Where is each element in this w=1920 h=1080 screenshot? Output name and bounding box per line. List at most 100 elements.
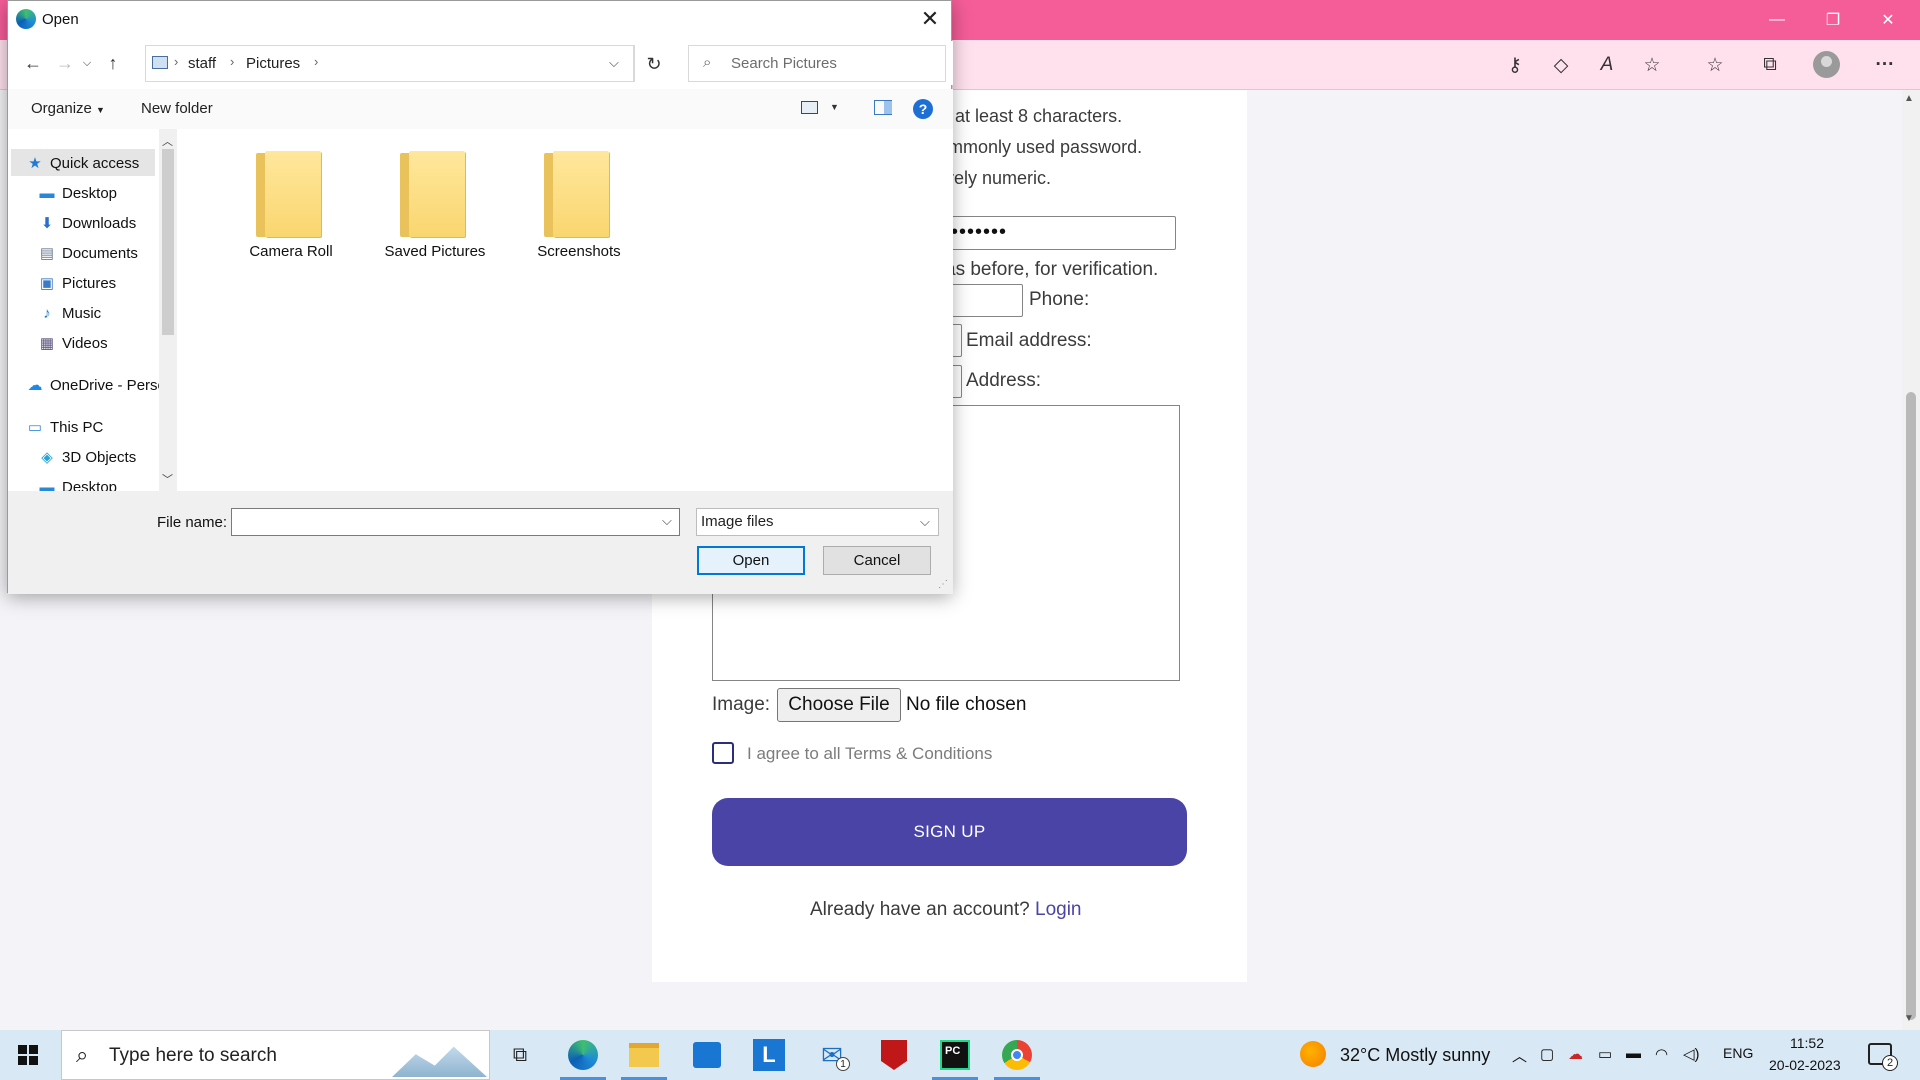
chrome-icon[interactable]: [997, 1035, 1037, 1075]
arrow-left-icon: ←: [24, 52, 42, 73]
edge-taskbar-icon[interactable]: [563, 1035, 603, 1075]
start-button[interactable]: [18, 1045, 38, 1065]
view-options-icon[interactable]: [801, 101, 818, 114]
profile-icon[interactable]: [1813, 51, 1840, 78]
chevron-down-icon[interactable]: ⌵: [609, 55, 619, 71]
password-hint-numeric: rely numeric.: [948, 168, 1052, 188]
mail-badge: 1: [836, 1057, 850, 1071]
store-icon[interactable]: [687, 1035, 727, 1075]
password-field[interactable]: •••••••••: [930, 216, 1176, 250]
add-favorite-glyph: ☆: [1643, 54, 1661, 76]
back-button[interactable]: ←: [20, 50, 46, 76]
this-pc-icon: ▭: [27, 419, 43, 436]
arrow-right-icon: →: [56, 52, 74, 73]
pycharm-icon[interactable]: PC: [935, 1035, 975, 1075]
password-value: •••••••••: [935, 221, 1008, 243]
weather-icon[interactable]: [1300, 1041, 1326, 1067]
volume-icon[interactable]: ◁): [1683, 1045, 1700, 1063]
taskbar-search-box[interactable]: ⌕ Type here to search: [61, 1030, 490, 1080]
scroll-up-icon[interactable]: ▲: [1904, 93, 1914, 104]
organize-menu[interactable]: Organize ▼: [31, 100, 105, 117]
restore-button[interactable]: ❐: [1810, 0, 1856, 40]
resize-grip-icon[interactable]: ⋰: [938, 579, 948, 590]
file-type-select[interactable]: Image files ⌵: [696, 508, 939, 536]
file-name-input[interactable]: ⌵: [231, 508, 680, 536]
collections-icon[interactable]: ⧉: [1755, 50, 1785, 80]
search-input[interactable]: ⌕ Search Pictures: [688, 45, 946, 82]
chevron-down-icon: ⌵: [920, 514, 930, 529]
help-icon[interactable]: ?: [913, 99, 933, 119]
onedrive-error-icon[interactable]: ☁: [1568, 1045, 1583, 1063]
breadcrumb-pictures[interactable]: Pictures: [246, 55, 300, 72]
read-aloud-glyph: A: [1600, 54, 1614, 75]
meet-now-icon[interactable]: ▢: [1540, 1045, 1554, 1063]
login-link[interactable]: Login: [1035, 899, 1082, 920]
file-explorer-icon[interactable]: [624, 1035, 664, 1075]
nav-item-desktop[interactable]: ▬ Desktop: [38, 179, 118, 207]
refresh-button[interactable]: ↻: [641, 51, 667, 77]
open-button[interactable]: Open: [697, 546, 805, 575]
no-file-chosen-text: No file chosen: [906, 694, 1027, 715]
more-glyph: ···: [1875, 54, 1895, 75]
battery-icon[interactable]: ▬: [1626, 1045, 1641, 1062]
nav-item-music[interactable]: ♪ Music: [38, 299, 101, 327]
nav-item-onedrive-person[interactable]: ☁ OneDrive - Person: [26, 371, 175, 399]
address-bar[interactable]: › staff › Pictures › ⌵: [145, 45, 634, 82]
favorites-icon[interactable]: ☆: [1700, 50, 1730, 80]
clock-date[interactable]: 20-02-2023: [1769, 1057, 1841, 1073]
nav-item-3d-objects[interactable]: ◈ 3D Objects: [38, 443, 136, 471]
breadcrumb-staff[interactable]: staff: [188, 55, 216, 72]
language-indicator[interactable]: ENG: [1723, 1045, 1753, 1061]
display-icon[interactable]: ▭: [1598, 1045, 1612, 1063]
scroll-down-icon[interactable]: ﹀: [162, 471, 173, 487]
read-aloud-icon[interactable]: A: [1592, 50, 1622, 80]
dialog-close-button[interactable]: ✕: [918, 6, 942, 31]
page-scrollbar-thumb[interactable]: [1906, 392, 1916, 1020]
mcafee-icon[interactable]: [874, 1035, 914, 1075]
breadcrumb-separator-icon: ›: [174, 54, 179, 69]
open-label: Open: [732, 552, 770, 569]
up-button[interactable]: ↑: [100, 50, 126, 76]
folder-camera-roll[interactable]: Camera Roll: [231, 151, 351, 260]
nav-item-videos[interactable]: ▦ Videos: [38, 329, 108, 357]
nav-item-documents[interactable]: ▤ Documents: [38, 239, 138, 267]
window-close-button[interactable]: ✕: [1865, 0, 1911, 40]
task-view-icon[interactable]: ⧉: [500, 1035, 540, 1075]
nav-item-quick-access[interactable]: ★ Quick access: [26, 149, 139, 177]
more-icon[interactable]: ···: [1870, 50, 1900, 80]
mail-icon[interactable]: ✉ 1: [812, 1035, 852, 1075]
view-dropdown-icon[interactable]: ▼: [830, 102, 839, 112]
scroll-up-icon[interactable]: ︿: [162, 133, 173, 149]
new-folder-button[interactable]: New folder: [141, 100, 213, 117]
tag-icon[interactable]: ◇: [1546, 50, 1576, 80]
notifications-icon[interactable]: 2: [1868, 1043, 1898, 1071]
folder-icon: [256, 151, 326, 237]
weather-text[interactable]: 32°C Mostly sunny: [1340, 1045, 1490, 1066]
minimize-button[interactable]: —: [1754, 0, 1800, 40]
show-hidden-icons-icon[interactable]: ︿: [1512, 1045, 1527, 1066]
l-app-icon[interactable]: L: [749, 1035, 789, 1075]
chevron-down-icon[interactable]: ⌵: [662, 513, 672, 529]
cancel-button[interactable]: Cancel: [823, 546, 931, 575]
windows-logo-tile: [29, 1045, 38, 1054]
forward-button[interactable]: →: [52, 50, 78, 76]
mcafee-glyph: [881, 1040, 907, 1070]
folder-screenshots[interactable]: Screenshots: [519, 151, 639, 260]
nav-item-this-pc[interactable]: ▭ This PC: [26, 413, 103, 441]
nav-item-pictures[interactable]: ▣ Pictures: [38, 269, 116, 297]
wifi-icon[interactable]: ◠: [1655, 1045, 1668, 1063]
nav-item-downloads[interactable]: ⬇ Downloads: [38, 209, 137, 237]
add-favorite-icon[interactable]: ☆: [1637, 50, 1667, 80]
folder-saved-pictures[interactable]: Saved Pictures: [375, 151, 495, 260]
scroll-down-icon[interactable]: ▼: [1904, 1013, 1914, 1024]
choose-file-button[interactable]: Choose File: [777, 688, 901, 722]
key-icon[interactable]: ⚷: [1500, 50, 1530, 80]
preview-pane-icon[interactable]: [874, 100, 892, 115]
terms-checkbox[interactable]: [712, 742, 734, 764]
recent-locations-button[interactable]: ⌵: [78, 50, 96, 76]
restore-icon: ❐: [1825, 12, 1841, 29]
sign-up-button[interactable]: SIGN UP: [712, 798, 1187, 866]
nav-scrollbar-thumb[interactable]: [162, 149, 174, 335]
clock-time[interactable]: 11:52: [1790, 1035, 1824, 1051]
nav-item-label: 3D Objects: [62, 448, 137, 466]
